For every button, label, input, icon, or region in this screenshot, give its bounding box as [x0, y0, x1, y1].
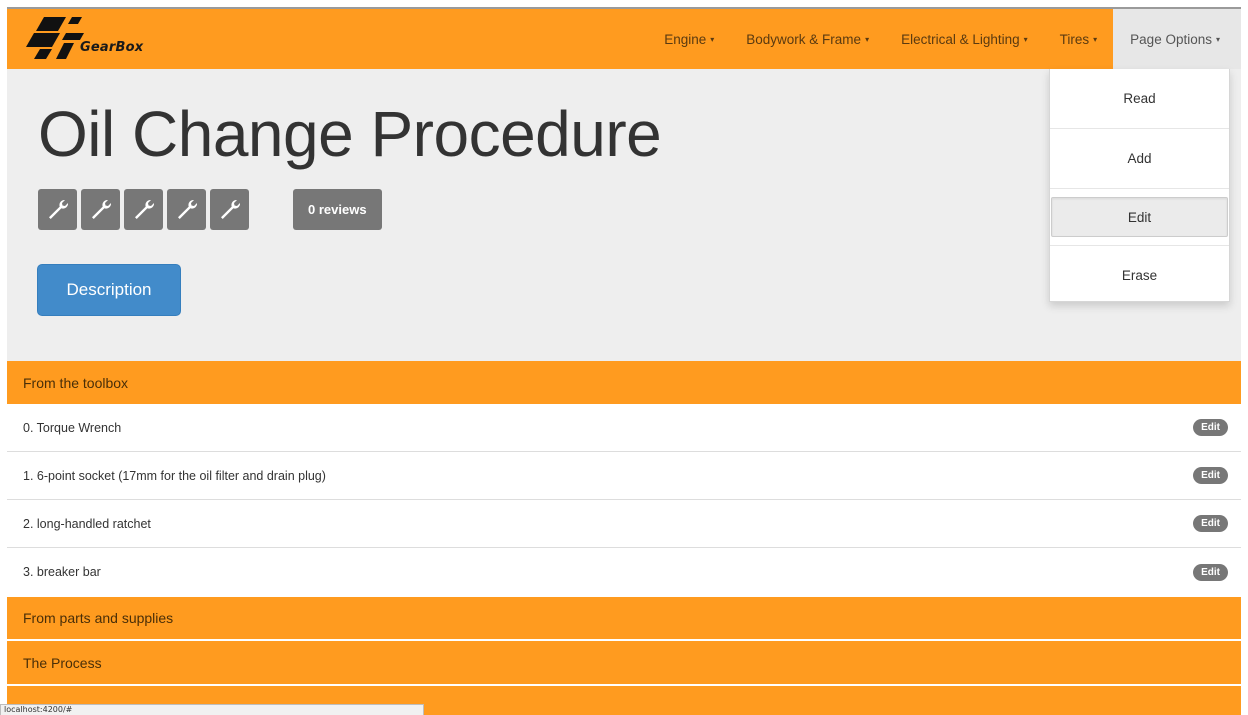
nav-engine-label: Engine — [664, 31, 707, 47]
nav-bodywork-frame[interactable]: Bodywork & Frame ▾ — [730, 9, 885, 69]
wrench-icon[interactable] — [167, 189, 206, 230]
edit-button[interactable]: Edit — [1193, 467, 1228, 484]
nav-page-options-label: Page Options — [1130, 31, 1212, 47]
nav-tires-label: Tires — [1059, 31, 1090, 47]
nav-electrical-lighting[interactable]: Electrical & Lighting ▾ — [885, 9, 1044, 69]
gearbox-logo-icon — [26, 17, 84, 59]
gearbox-logo[interactable]: GearBox — [24, 13, 184, 65]
list-item: 1. 6-point socket (17mm for the oil filt… — [7, 452, 1241, 500]
wrench-icon[interactable] — [124, 189, 163, 230]
wrench-icon[interactable] — [210, 189, 249, 230]
list-item-text: 3. breaker bar — [23, 565, 101, 579]
toolbox-heading[interactable]: From the toolbox — [7, 361, 1241, 404]
process-heading[interactable]: The Process — [7, 641, 1241, 684]
list-item: 0. Torque Wrench Edit — [7, 404, 1241, 452]
nav-tires[interactable]: Tires ▾ — [1044, 9, 1114, 69]
page-options-dropdown: Read Add Edit Erase — [1049, 69, 1230, 302]
toolbox-list: 0. Torque Wrench Edit 1. 6-point socket … — [7, 404, 1241, 596]
page-title: Oil Change Procedure — [38, 98, 662, 170]
nav-bodywork-label: Bodywork & Frame — [746, 31, 862, 47]
browser-status-bar: localhost:4200/# — [0, 704, 424, 715]
reviews-badge[interactable]: 0 reviews — [293, 189, 382, 230]
nav-engine[interactable]: Engine ▾ — [648, 9, 730, 69]
wrench-rating — [38, 189, 249, 230]
caret-down-icon: ▾ — [1023, 34, 1028, 44]
menu-item-add[interactable]: Add — [1050, 129, 1229, 189]
caret-down-icon: ▾ — [1093, 34, 1098, 44]
list-item: 2. long-handled ratchet Edit — [7, 500, 1241, 548]
nav-page-options[interactable]: Page Options ▾ — [1113, 9, 1241, 69]
wrench-icon[interactable] — [81, 189, 120, 230]
caret-down-icon: ▾ — [710, 34, 715, 44]
parts-heading[interactable]: From parts and supplies — [7, 597, 1241, 639]
edit-button[interactable]: Edit — [1193, 563, 1228, 581]
navbar: GearBox Engine ▾ Bodywork & Frame ▾ Elec… — [7, 9, 1241, 69]
menu-item-read[interactable]: Read — [1050, 69, 1229, 129]
logo-text: GearBox — [80, 40, 144, 55]
menu-item-edit[interactable]: Edit — [1051, 197, 1228, 237]
edit-button[interactable]: Edit — [1193, 419, 1228, 436]
list-item-text: 2. long-handled ratchet — [23, 516, 151, 531]
list-item-text: 1. 6-point socket (17mm for the oil filt… — [23, 468, 326, 483]
page: GearBox Engine ▾ Bodywork & Frame ▾ Elec… — [0, 0, 1248, 715]
caret-down-icon: ▾ — [1215, 34, 1220, 44]
list-item-text: 0. Torque Wrench — [23, 420, 122, 435]
wrench-icon[interactable] — [38, 189, 77, 230]
menu-item-erase[interactable]: Erase — [1050, 245, 1229, 305]
nav-electrical-label: Electrical & Lighting — [901, 31, 1020, 47]
caret-down-icon: ▾ — [865, 34, 870, 44]
nav-menu: Engine ▾ Bodywork & Frame ▾ Electrical &… — [648, 9, 1241, 69]
edit-button[interactable]: Edit — [1193, 515, 1228, 532]
list-item: 3. breaker bar Edit — [7, 548, 1241, 596]
description-button[interactable]: Description — [37, 264, 181, 316]
